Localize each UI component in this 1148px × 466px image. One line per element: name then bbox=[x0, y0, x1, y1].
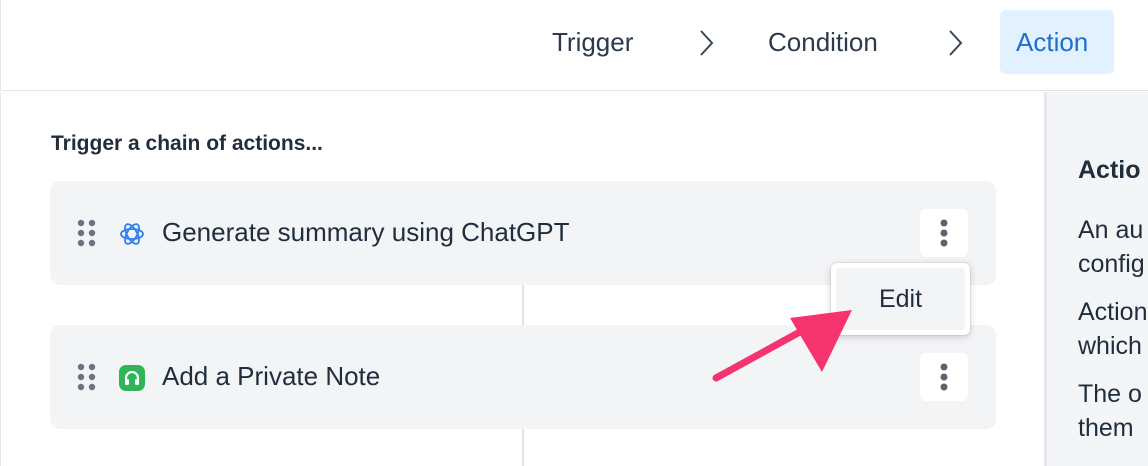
step-action[interactable]: Action bbox=[1000, 10, 1114, 74]
help-text-line: The o bbox=[1078, 380, 1142, 408]
action-label: Generate summary using ChatGPT bbox=[162, 217, 570, 247]
step-trigger[interactable]: Trigger bbox=[536, 10, 649, 74]
help-title: Actio bbox=[1078, 156, 1141, 184]
action-connector bbox=[522, 285, 524, 325]
help-text-line: which bbox=[1078, 332, 1142, 360]
kebab-menu-icon bbox=[940, 219, 948, 247]
help-text-line: config bbox=[1078, 250, 1145, 278]
more-options-button[interactable] bbox=[920, 353, 968, 401]
action-connector bbox=[522, 428, 524, 466]
kebab-menu-icon bbox=[940, 363, 948, 391]
private-note-icon bbox=[119, 365, 145, 391]
chevron-right-icon bbox=[700, 30, 714, 56]
help-panel: Actio An au config Action which The o th… bbox=[1047, 92, 1148, 466]
drag-handle-icon[interactable] bbox=[77, 219, 97, 247]
chatgpt-icon bbox=[120, 223, 144, 245]
more-options-button[interactable] bbox=[920, 209, 968, 257]
drag-handle-icon[interactable] bbox=[77, 363, 97, 391]
help-text-line: An au bbox=[1078, 216, 1144, 244]
step-condition[interactable]: Condition bbox=[752, 10, 894, 74]
section-title: Trigger a chain of actions... bbox=[51, 132, 323, 155]
help-text-line: Action bbox=[1078, 298, 1148, 326]
action-label: Add a Private Note bbox=[162, 361, 381, 391]
chevron-right-icon bbox=[949, 30, 963, 56]
annotation-arrow-icon bbox=[712, 310, 852, 382]
stepper-header: Trigger Condition Action bbox=[0, 0, 1148, 91]
help-text-line: them bbox=[1078, 414, 1134, 442]
